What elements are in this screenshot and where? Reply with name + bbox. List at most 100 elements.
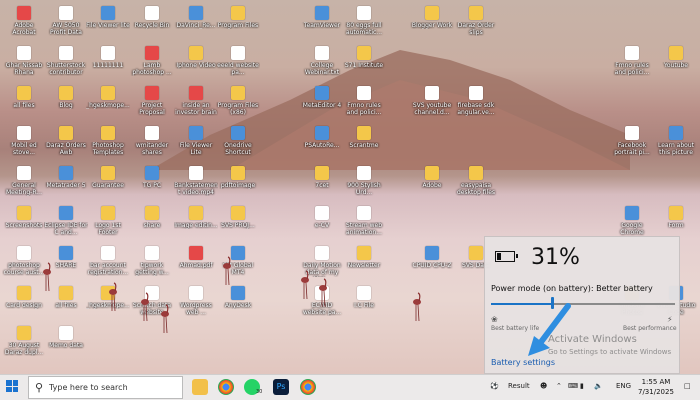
desktop-icon[interactable]: Newsletter bbox=[342, 244, 386, 284]
desktop-icon[interactable]: Stream web animation... bbox=[342, 204, 386, 244]
desktop-icon[interactable]: Daraz Order slips bbox=[454, 4, 498, 44]
desktop-icon[interactable]: easypaisa desktop files bbox=[454, 164, 498, 204]
desktop-icon[interactable]: Guarantee bbox=[86, 164, 130, 204]
desktop-icon[interactable]: TeamViewer bbox=[300, 4, 344, 44]
desktop-icon[interactable]: CPUID CPU-Z bbox=[410, 244, 454, 284]
desktop-icon[interactable]: Onedrive Shortcut bbox=[216, 124, 260, 164]
desktop-icon[interactable]: Adobe bbox=[410, 164, 454, 204]
desktop-icon[interactable]: Daraz Orders Awb bbox=[44, 124, 88, 164]
desktop-icon[interactable]: SVS youtube channel.d... bbox=[410, 84, 454, 124]
folder-icon bbox=[59, 126, 73, 140]
desktop-icon[interactable]: share bbox=[130, 204, 174, 244]
desktop-icon[interactable]: inside an investor brain bbox=[174, 84, 218, 124]
chrome-icon[interactable] bbox=[300, 379, 316, 395]
desktop-icon[interactable]: Memo data bbox=[44, 324, 88, 364]
people-icon[interactable]: ☻ bbox=[540, 382, 547, 390]
language-indicator[interactable]: ENG bbox=[616, 382, 631, 390]
desktop-icon-label: eeeld website pa... bbox=[217, 62, 259, 76]
chevron-up-icon[interactable]: ⌃ bbox=[556, 382, 562, 390]
desktop-icon[interactable]: Ahmad.pdf bbox=[174, 244, 218, 284]
desktop-icon[interactable]: AnyDesk bbox=[216, 284, 260, 324]
desktop-icon[interactable]: bar account registration... bbox=[86, 244, 130, 284]
desktop-icon[interactable]: PSAutoRe... bbox=[300, 124, 344, 164]
desktop-icon[interactable]: Logo 1st Footer bbox=[86, 204, 130, 244]
search-box[interactable]: ⚲ Type here to search bbox=[28, 376, 183, 399]
desktop-icon[interactable]: SVS PROJ... bbox=[216, 204, 260, 244]
clock[interactable]: 1:55 AM 7/31/2025 bbox=[638, 377, 674, 397]
desktop-icon[interactable]: Program Files bbox=[216, 4, 260, 44]
notification-icon[interactable]: □ bbox=[684, 382, 691, 390]
document-icon bbox=[315, 206, 329, 220]
desktop-icon[interactable]: Scrantme bbox=[342, 124, 386, 164]
desktop-icon[interactable]: photoshop course aust... bbox=[2, 244, 46, 284]
desktop-icon[interactable]: File Viewer Lite bbox=[174, 124, 218, 164]
desktop-icon[interactable]: Mobil ed stove... bbox=[2, 124, 46, 164]
windows-start-icon[interactable] bbox=[6, 380, 18, 392]
desktop-icon-label: Mobil ed stove... bbox=[11, 142, 37, 156]
network-icon[interactable]: ⌨ bbox=[568, 382, 578, 390]
pdf-icon bbox=[145, 86, 159, 100]
desktop-icon[interactable]: Fmno rules and polici... bbox=[610, 44, 654, 84]
desktop-icon[interactable]: DaVinci_Re... bbox=[174, 4, 218, 44]
desktop-icon[interactable]: Fmno rules and polici... bbox=[342, 84, 386, 124]
file-explorer-icon[interactable] bbox=[192, 379, 208, 395]
desktop-icon[interactable]: MetaEditor 4 bbox=[300, 84, 344, 124]
desktop-icon[interactable]: Facebook portrait pi... bbox=[610, 124, 654, 164]
chrome-icon[interactable] bbox=[218, 379, 234, 395]
desktop-icon[interactable]: I.C File bbox=[342, 284, 386, 324]
desktop-icon[interactable]: Image editin... bbox=[174, 204, 218, 244]
desktop-icon[interactable]: e-CV bbox=[300, 204, 344, 244]
news-text[interactable]: Result bbox=[508, 382, 530, 390]
desktop-icon[interactable]: Metatrader 5 bbox=[44, 164, 88, 204]
news-icon[interactable]: ⚽ bbox=[490, 382, 499, 390]
desktop-icon[interactable]: 30 August Daraz dupl... bbox=[2, 324, 46, 364]
folder-icon bbox=[425, 6, 439, 20]
desktop-icon-label: 900 Stylish Urd... bbox=[347, 182, 381, 196]
desktop-icon[interactable]: S71 Institute bbox=[342, 44, 386, 84]
desktop-icon[interactable]: Blogger Work bbox=[410, 4, 454, 44]
desktop-icon[interactable]: Bankstatement video.mp4 bbox=[174, 164, 218, 204]
desktop-icon[interactable]: Wordpress web ... bbox=[174, 284, 218, 324]
desktop-icon[interactable]: tipwork getting w... bbox=[130, 244, 174, 284]
battery-tray-icon[interactable]: ▮ bbox=[580, 382, 584, 390]
desktop-icon[interactable]: firebase sdk angular.ve... bbox=[454, 84, 498, 124]
desktop-icon[interactable]: Learn about this picture bbox=[654, 124, 698, 164]
desktop-icon[interactable]: 900 Stylish Urd... bbox=[342, 164, 386, 204]
desktop-icon[interactable]: Program Files (x86) bbox=[216, 84, 260, 124]
desktop-icon[interactable]: Project Proposal bbox=[130, 84, 174, 124]
document-icon bbox=[469, 86, 483, 100]
desktop-icon[interactable]: _hgeskmope... bbox=[86, 84, 130, 124]
power-mode-slider[interactable] bbox=[491, 297, 675, 309]
desktop-icon[interactable]: 7cet bbox=[300, 164, 344, 204]
desktop-icon[interactable]: Shutterstock contributor bbox=[44, 44, 88, 84]
desktop-icon[interactable]: wmitander shares bbox=[130, 124, 174, 164]
desktop-icon[interactable]: General Meeting-R... bbox=[2, 164, 46, 204]
desktop-icon[interactable]: AW 5050 Profit Data bbox=[44, 4, 88, 44]
desktop-icon[interactable]: Recycle Bin bbox=[130, 4, 174, 44]
desktop-icon[interactable]: 80 eggs full automatic... bbox=[342, 4, 386, 44]
desktop-icon[interactable]: Adobe Acrobat bbox=[2, 4, 46, 44]
document-icon bbox=[425, 86, 439, 100]
photoshop-icon[interactable]: Ps bbox=[273, 379, 289, 395]
desktop-icon[interactable]: eeeld website pa... bbox=[216, 44, 260, 84]
speaker-icon[interactable]: 🔈 bbox=[594, 382, 603, 390]
desktop-icon-label: Project Proposal bbox=[139, 102, 165, 116]
desktop-icon[interactable]: Screenshots bbox=[2, 204, 46, 244]
desktop-icon[interactable]: Card design bbox=[2, 284, 46, 324]
desktop-icon[interactable]: Iphone Video bbox=[174, 44, 218, 84]
desktop-icon-label: College Webinar.txt bbox=[304, 62, 340, 76]
desktop-icon[interactable]: Ghar Nissab Rhana bbox=[2, 44, 46, 84]
desktop-icon[interactable]: pdftoimage bbox=[216, 164, 260, 204]
desktop-icon[interactable]: Eclipse IDE for C and... bbox=[44, 204, 88, 244]
desktop-icon-label: tipwork getting w... bbox=[135, 262, 169, 276]
desktop-icon[interactable]: TG PC bbox=[130, 164, 174, 204]
desktop-icon[interactable]: Lamb photoshop ... bbox=[130, 44, 174, 84]
desktop-icon[interactable]: College Webinar.txt bbox=[300, 44, 344, 84]
desktop-icon[interactable]: Youtube bbox=[654, 44, 698, 84]
desktop-icon-label: Google Chrome bbox=[620, 222, 644, 236]
desktop-icon[interactable]: Blog bbox=[44, 84, 88, 124]
desktop-icon[interactable]: Photoshop Templates bbox=[86, 124, 130, 164]
desktop-icon[interactable]: File Viewer lite bbox=[86, 4, 130, 44]
desktop-icon[interactable]: 11111111 bbox=[86, 44, 130, 84]
desktop-icon[interactable]: all files bbox=[2, 84, 46, 124]
